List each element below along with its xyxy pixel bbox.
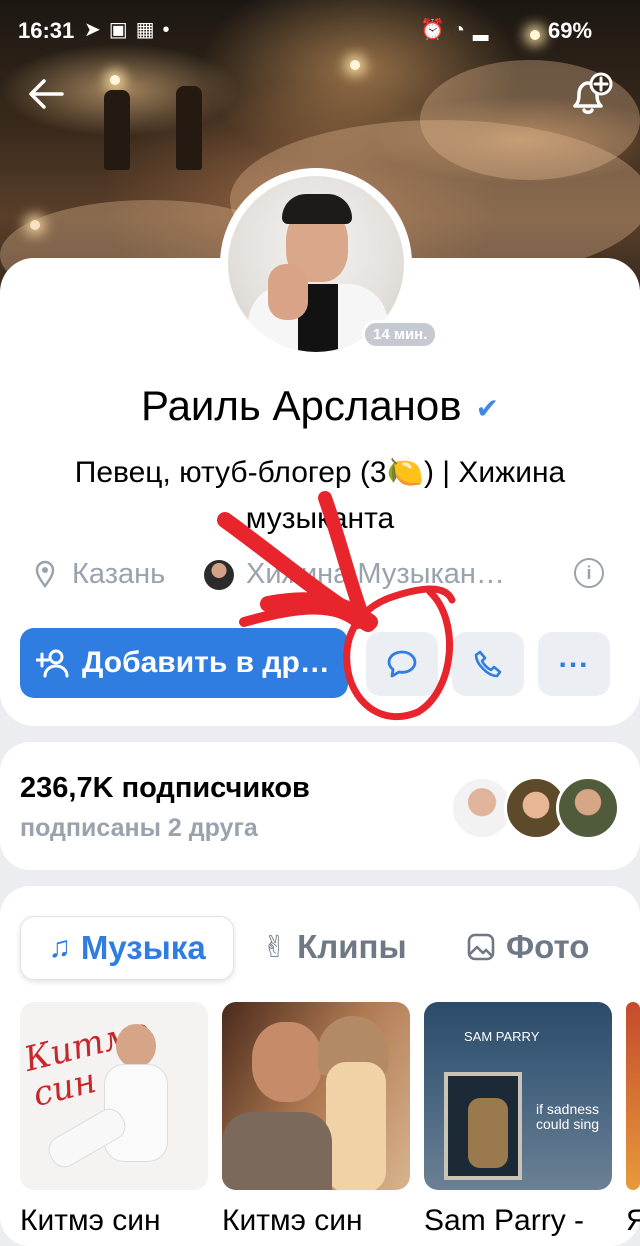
- last-seen-badge: 14 мин.: [362, 320, 439, 349]
- album-hair: [326, 1062, 386, 1190]
- album-cover[interactable]: Китмэ син: [20, 1002, 208, 1190]
- add-person-icon: [36, 649, 69, 678]
- tab-clips[interactable]: ✌ Клипы: [262, 916, 407, 978]
- followers-count: 236,7K подписчиков: [20, 772, 310, 804]
- profile-name-row: Раиль Арсланов ✔: [0, 382, 640, 430]
- album-face: [252, 1022, 322, 1102]
- avatar-hand: [268, 264, 308, 320]
- profile-city[interactable]: Казань: [72, 558, 165, 591]
- tab-music[interactable]: ♫ Музыка: [20, 916, 234, 980]
- profile-community[interactable]: Хижина Музыкан…: [246, 558, 546, 591]
- follower-avatar: [556, 776, 620, 840]
- back-button[interactable]: [20, 68, 72, 120]
- add-friend-label: Добавить в др…: [82, 646, 330, 679]
- tab-photo[interactable]: Фото: [466, 916, 589, 978]
- profile-meta: Казань Хижина Музыкан… i: [34, 556, 604, 596]
- location-pin-icon: [35, 560, 55, 588]
- profile-status: Певец, ютуб-блогер (3🍋) | Хижина музыкан…: [74, 456, 566, 535]
- bell-plus-icon: [573, 72, 613, 114]
- call-button[interactable]: [452, 632, 524, 696]
- album-cover[interactable]: SAM PARRY if sadness could sing: [424, 1002, 612, 1190]
- tab-music-label: Музыка: [80, 929, 206, 966]
- tab-photo-label: Фото: [506, 928, 590, 965]
- status-time: 16:31: [18, 18, 75, 43]
- arrow-left-icon: [29, 79, 64, 109]
- battery-level: 69%: [548, 18, 593, 43]
- album-artist-text: SAM PARRY: [464, 1029, 540, 1044]
- subscribe-notifications-button[interactable]: [564, 68, 616, 120]
- album-figure: [468, 1098, 508, 1168]
- phone-icon: [474, 650, 502, 678]
- profile-name: Раиль Арсланов: [140, 382, 462, 429]
- avatar-hair: [282, 194, 352, 224]
- system-icons: ⏰◔▂: [420, 19, 497, 41]
- more-button[interactable]: ...: [538, 632, 610, 696]
- music-note-icon: ♫: [48, 931, 71, 964]
- album-figure-leg: [43, 1103, 131, 1173]
- album-cover[interactable]: [222, 1002, 410, 1190]
- followers-friends: подписаны 2 друга: [20, 814, 258, 842]
- verified-check-icon[interactable]: ✔: [476, 392, 499, 425]
- album-hoodie: [222, 1112, 332, 1190]
- status-bar: 16:31 ➤▣▦• ⏰◔▂ 69%: [0, 0, 640, 62]
- album-subtitle-text: if sadness could sing: [536, 1101, 600, 1132]
- notification-icons: ➤▣▦•: [84, 19, 178, 41]
- community-avatar[interactable]: [204, 560, 234, 590]
- message-bubble-icon: [387, 650, 417, 678]
- tab-clips-label: Клипы: [297, 928, 407, 965]
- album-figure-head: [116, 1024, 156, 1068]
- more-dots-icon: ...: [558, 641, 590, 674]
- photo-icon: [467, 933, 495, 961]
- clips-icon: ✌: [262, 930, 288, 964]
- message-button[interactable]: [366, 632, 438, 696]
- add-friend-button[interactable]: Добавить в др…: [20, 628, 348, 698]
- info-icon[interactable]: i: [574, 558, 604, 588]
- album-cover[interactable]: [626, 1002, 640, 1190]
